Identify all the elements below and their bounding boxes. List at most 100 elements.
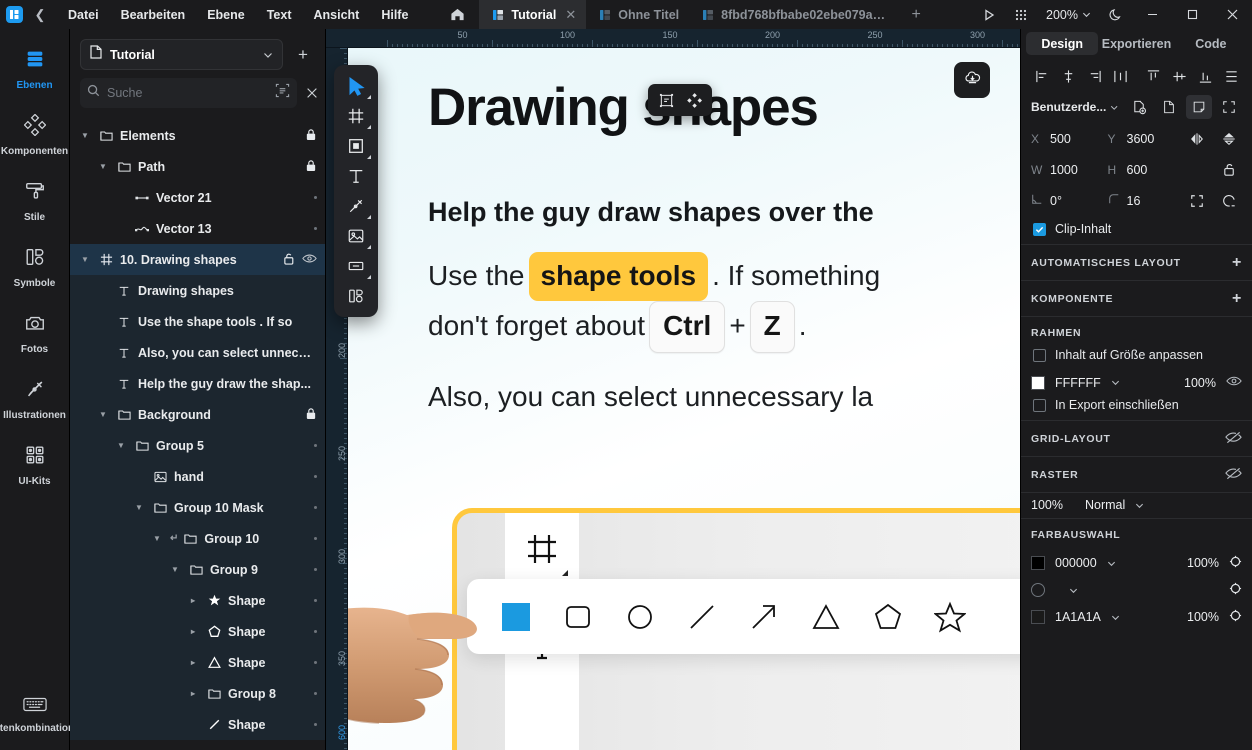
layer-row-also-you-can-select-unnece[interactable]: Also, you can select unnece... xyxy=(70,337,325,368)
section-komponente[interactable]: KOMPONENTE + xyxy=(1021,281,1252,316)
text-tool-icon[interactable] xyxy=(339,161,373,191)
slice-icon[interactable] xyxy=(339,251,373,281)
collapse-all-button[interactable] xyxy=(305,81,319,105)
chevron-down-icon[interactable]: ▼ xyxy=(114,441,128,450)
chevron-right-icon[interactable]: ▸ xyxy=(186,596,200,605)
rotation-field[interactable]: 0° xyxy=(1031,188,1108,213)
chevron-down-icon[interactable] xyxy=(1107,559,1116,568)
color-swatch[interactable] xyxy=(1031,610,1045,624)
section-grid-layout[interactable]: GRID-LAYOUT xyxy=(1021,421,1252,456)
layer-dot-indicator[interactable] xyxy=(314,475,317,478)
chevron-down-icon[interactable]: ▼ xyxy=(96,162,110,171)
horizontal-ruler[interactable]: 50 100 150 200 250 300 xyxy=(326,29,1020,48)
minimize-button[interactable] xyxy=(1132,0,1172,29)
tab-tutorial[interactable]: Tutorial ✕ xyxy=(479,0,587,29)
chevron-down-icon[interactable] xyxy=(1111,613,1120,622)
layer-row-background[interactable]: ▼ Background xyxy=(70,399,325,430)
layer-row-shape[interactable]: Shape xyxy=(70,709,325,740)
menu-ansicht[interactable]: Ansicht xyxy=(302,0,370,29)
corner-radius-field[interactable]: 16 xyxy=(1108,188,1185,213)
eye-off-icon[interactable] xyxy=(1225,467,1242,483)
menu-ebene[interactable]: Ebene xyxy=(196,0,256,29)
maximize-button[interactable] xyxy=(1172,0,1212,29)
zoom-level-select[interactable]: 200% xyxy=(1037,0,1100,29)
chevron-right-icon[interactable]: ▸ xyxy=(186,689,200,698)
layer-row-path[interactable]: ▼ Path xyxy=(70,151,325,182)
page-icon[interactable] xyxy=(1157,95,1183,119)
color-target-icon[interactable] xyxy=(1229,609,1242,625)
search-box[interactable] xyxy=(80,78,297,108)
filter-layers-icon[interactable] xyxy=(275,83,290,103)
layer-row-vector-21[interactable]: Vector 21 xyxy=(70,182,325,213)
new-tab-button[interactable]: + xyxy=(899,0,933,29)
home-tab[interactable] xyxy=(435,0,479,29)
h-field[interactable]: H 600 xyxy=(1108,157,1185,182)
tab-exportieren[interactable]: Exportieren xyxy=(1100,32,1172,55)
layer-dot-indicator[interactable] xyxy=(314,537,317,540)
chevron-down-icon[interactable]: ▼ xyxy=(150,534,164,543)
canvas-area[interactable]: Drawing shapes Help the guy draw shapes … xyxy=(326,29,1020,750)
search-input[interactable] xyxy=(107,86,268,100)
align-right-icon[interactable] xyxy=(1083,65,1105,87)
section-auto-layout[interactable]: AUTOMATISCHES LAYOUT + xyxy=(1021,245,1252,280)
clip-content-checkbox[interactable] xyxy=(1033,222,1046,236)
menu-hilfe[interactable]: Hilfe xyxy=(370,0,419,29)
color-circle-swatch[interactable] xyxy=(1031,583,1045,597)
color-target-icon[interactable] xyxy=(1229,555,1242,571)
raster-blend-row[interactable]: 100% Normal xyxy=(1021,493,1252,518)
tab-design[interactable]: Design xyxy=(1026,32,1099,55)
eye-icon[interactable] xyxy=(302,253,317,267)
color-swatch[interactable] xyxy=(1031,556,1045,570)
triangle-icon[interactable] xyxy=(795,586,857,648)
cursor-arrow-icon[interactable] xyxy=(339,71,373,101)
chevron-down-icon[interactable]: ▼ xyxy=(168,565,182,574)
layer-dot-indicator[interactable] xyxy=(314,568,317,571)
edit-in-frame-icon[interactable] xyxy=(653,88,679,112)
layer-dot-indicator[interactable] xyxy=(314,661,317,664)
color-row-3[interactable]: 1A1A1A 100% xyxy=(1021,604,1252,631)
frame-icon[interactable] xyxy=(339,101,373,131)
include-export-row[interactable]: In Export einschließen xyxy=(1021,396,1252,420)
w-field[interactable]: W 1000 xyxy=(1031,157,1108,182)
align-top-icon[interactable] xyxy=(1142,65,1164,87)
chevron-down-icon[interactable]: ▼ xyxy=(96,410,110,419)
apps-grid-button[interactable] xyxy=(1005,0,1037,29)
layer-row-group-10-mask[interactable]: ▼ Group 10 Mask xyxy=(70,492,325,523)
chevron-right-icon[interactable]: ▸ xyxy=(186,627,200,636)
eye-icon[interactable] xyxy=(1226,375,1242,390)
component-tool-icon[interactable] xyxy=(339,281,373,311)
app-logo[interactable] xyxy=(0,0,29,29)
component-diamond-icon[interactable] xyxy=(681,88,707,112)
color-row-2[interactable] xyxy=(1021,577,1252,604)
layer-row-shape[interactable]: ▸ Shape xyxy=(70,647,325,678)
layer-row-group-10[interactable]: ▼ ↵ Group 10 xyxy=(70,523,325,554)
cloud-save-button[interactable] xyxy=(954,62,990,98)
layer-row-10-drawing-shapes[interactable]: ▼ 10. Drawing shapes xyxy=(70,244,325,275)
layer-dot-indicator[interactable] xyxy=(314,599,317,602)
layer-row-hand[interactable]: hand xyxy=(70,461,325,492)
add-component-button[interactable]: + xyxy=(1232,291,1242,307)
add-frame-icon[interactable] xyxy=(1127,95,1153,119)
section-raster[interactable]: RASTER xyxy=(1021,457,1252,492)
y-field[interactable]: Y 3600 xyxy=(1108,126,1185,151)
rail-item-symbole[interactable]: Symbole xyxy=(2,239,68,295)
align-bottom-icon[interactable] xyxy=(1194,65,1216,87)
flip-horizontal-icon[interactable] xyxy=(1184,127,1210,151)
shape-tools-flyout[interactable] xyxy=(467,579,1020,654)
layer-row-help-the-guy-draw-the-shap[interactable]: Help the guy draw the shap... xyxy=(70,368,325,399)
x-field[interactable]: X 500 xyxy=(1031,126,1108,151)
layer-dot-indicator[interactable] xyxy=(314,444,317,447)
rail-item-stile[interactable]: Stile xyxy=(2,173,68,229)
line-icon[interactable] xyxy=(671,586,733,648)
clip-content-row[interactable]: Clip-Inhalt xyxy=(1021,216,1252,244)
rail-item-komponenten[interactable]: Komponenten xyxy=(1,107,68,163)
distribute-vertical-icon[interactable] xyxy=(1220,65,1242,87)
corner-smoothing-icon[interactable] xyxy=(1216,189,1242,213)
add-page-button[interactable]: + xyxy=(291,43,315,67)
lock-icon[interactable] xyxy=(305,159,317,175)
page-select[interactable]: Tutorial xyxy=(80,39,283,70)
layer-row-shape[interactable]: ▸ Shape xyxy=(70,616,325,647)
artboard[interactable]: Drawing shapes Help the guy draw shapes … xyxy=(348,48,1020,750)
fit-content-row[interactable]: Inhalt auf Größe anpassen xyxy=(1021,348,1252,370)
include-export-checkbox[interactable] xyxy=(1033,398,1046,412)
